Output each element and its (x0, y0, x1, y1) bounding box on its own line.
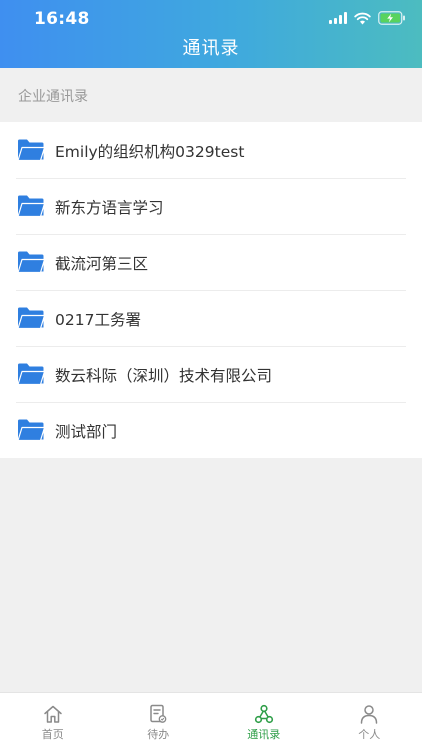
list-item[interactable]: 测试部门 (0, 402, 422, 458)
section-label: 企业通讯录 (18, 89, 88, 105)
list-item-label: 测试部门 (55, 423, 118, 441)
tab-label: 通讯录 (247, 728, 281, 741)
list-item[interactable]: Emily的组织机构0329test (0, 122, 422, 178)
signal-icon (329, 12, 347, 24)
list-item-label: Emily的组织机构0329test (55, 143, 245, 161)
list-item[interactable]: 截流河第三区 (0, 234, 422, 290)
tab-label: 首页 (41, 728, 64, 741)
battery-charging-icon (378, 11, 405, 25)
status-icons (329, 10, 406, 26)
person-icon (361, 705, 378, 724)
home-icon (44, 705, 62, 723)
folder-icon (17, 195, 45, 218)
contacts-icon (254, 704, 273, 724)
tab-person[interactable]: 个人 (317, 693, 422, 750)
tab-todo[interactable]: 待办 (106, 693, 212, 750)
status-time: 16:48 (34, 9, 90, 29)
tab-label: 个人 (358, 728, 381, 741)
list-item[interactable]: 0217工务署 (0, 290, 422, 346)
folder-icon (17, 363, 45, 386)
tab-bar: 首页 待办 通讯录 个人 (0, 692, 422, 750)
list-item[interactable]: 数云科际（深圳）技术有限公司 (0, 346, 422, 402)
list-item-label: 截流河第三区 (55, 255, 149, 273)
list-item[interactable]: 新东方语言学习 (0, 178, 422, 234)
list-item-label: 0217工务署 (55, 311, 141, 329)
folder-icon (17, 419, 45, 442)
app-header: 16:48 通讯录 (0, 0, 422, 68)
wifi-icon (354, 12, 371, 24)
tab-label: 待办 (147, 728, 170, 741)
folder-icon (17, 307, 45, 330)
org-list: Emily的组织机构0329test 新东方语言学习 截流河第三区 0217工务署数云… (0, 122, 422, 458)
list-item-label: 数云科际（深圳）技术有限公司 (55, 367, 273, 385)
todo-icon (150, 704, 167, 723)
list-item-label: 新东方语言学习 (55, 199, 164, 217)
page-title: 通讯录 (182, 38, 240, 59)
tab-contacts[interactable]: 通讯录 (211, 693, 317, 750)
folder-icon (17, 139, 45, 162)
tab-home[interactable]: 首页 (0, 693, 106, 750)
folder-icon (17, 251, 45, 274)
